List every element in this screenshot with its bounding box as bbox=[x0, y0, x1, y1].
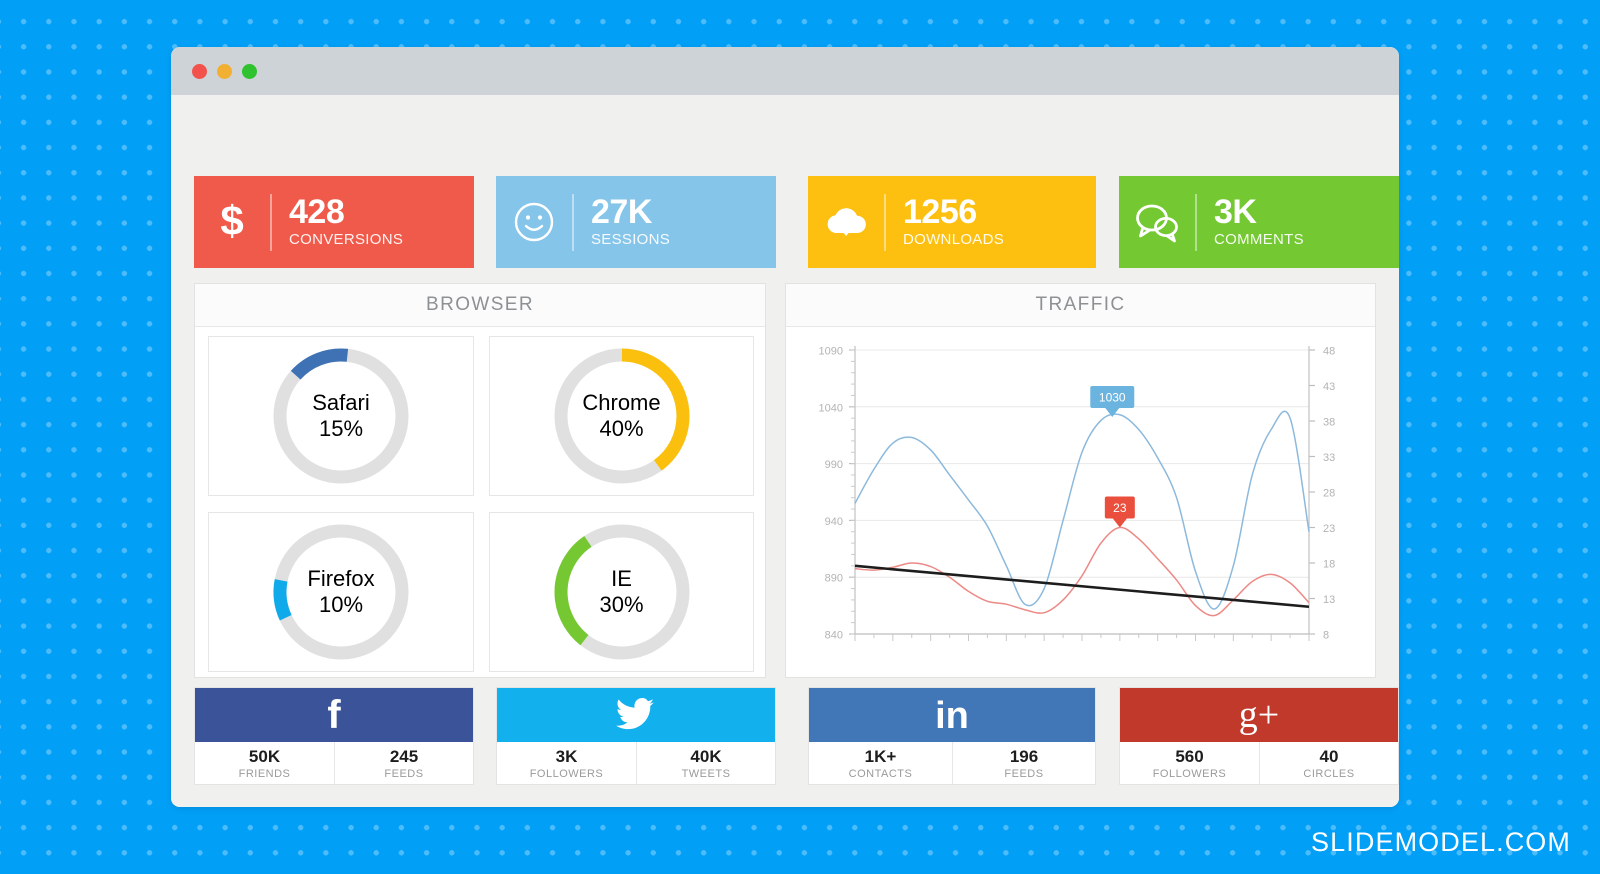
window-titlebar bbox=[171, 47, 1399, 95]
kpi-card-row: $ 428 CONVERSIONS 27K SESSIONS 1256 DOWN… bbox=[194, 176, 1399, 268]
social-stat: 245 FEEDS bbox=[334, 742, 473, 784]
svg-text:18: 18 bbox=[1323, 559, 1335, 571]
stat-label: TWEETS bbox=[681, 768, 731, 780]
svg-text:890: 890 bbox=[825, 573, 843, 585]
browser-panel: BROWSER Safari 15% Chrome 40% Firefox 10… bbox=[194, 283, 766, 678]
svg-text:1090: 1090 bbox=[819, 346, 843, 358]
stat-value: 196 bbox=[1009, 747, 1039, 766]
social-stat: 50K FRIENDS bbox=[195, 742, 334, 784]
svg-text:48: 48 bbox=[1323, 346, 1335, 358]
kpi-card-downloads[interactable]: 1256 DOWNLOADS bbox=[808, 176, 1096, 268]
donut-label: Firefox bbox=[307, 566, 375, 592]
comments-icon bbox=[1119, 200, 1195, 244]
linkedin-icon: in bbox=[809, 688, 1095, 742]
svg-text:990: 990 bbox=[825, 459, 843, 471]
svg-text:f: f bbox=[327, 695, 341, 735]
svg-text:1030: 1030 bbox=[1099, 391, 1126, 405]
kpi-value: 1256 bbox=[903, 193, 977, 231]
svg-text:1040: 1040 bbox=[819, 402, 843, 414]
dollar-icon: $ bbox=[194, 199, 270, 245]
donut-percent: 40% bbox=[599, 416, 644, 441]
svg-text:33: 33 bbox=[1323, 452, 1335, 464]
svg-text:g+: g+ bbox=[1239, 695, 1279, 735]
donut-card-safari[interactable]: Safari 15% bbox=[208, 336, 474, 496]
twitter-icon bbox=[497, 688, 775, 742]
svg-text:23: 23 bbox=[1323, 523, 1335, 535]
social-stat: 3K FOLLOWERS bbox=[497, 742, 636, 784]
traffic-line-chart[interactable]: 840 890 940 990 1040 1090 8 13 18 23 28 33 38 43 48 103… bbox=[797, 336, 1364, 666]
stat-label: CIRCLES bbox=[1303, 768, 1355, 780]
kpi-label: DOWNLOADS bbox=[903, 231, 1005, 248]
social-stat: 196 FEEDS bbox=[952, 742, 1095, 784]
stat-value: 245 bbox=[389, 747, 419, 766]
kpi-label: SESSIONS bbox=[591, 231, 671, 248]
kpi-card-comments[interactable]: 3K COMMENTS bbox=[1119, 176, 1399, 268]
kpi-value: 27K bbox=[591, 193, 652, 231]
stat-value: 3K bbox=[555, 747, 578, 766]
facebook-icon: f bbox=[195, 688, 473, 742]
social-card-twitter[interactable]: 3K FOLLOWERS 40K TWEETS bbox=[496, 687, 776, 785]
social-card-facebook[interactable]: f 50K FRIENDS 245 FEEDS bbox=[194, 687, 474, 785]
donut-percent: 15% bbox=[318, 416, 364, 441]
traffic-panel: TRAFFIC 840 890 940 990 1040 1090 8 13 18 23 28 33 3… bbox=[785, 283, 1376, 678]
svg-text:38: 38 bbox=[1323, 417, 1335, 429]
donut-card-chrome[interactable]: Chrome 40% bbox=[489, 336, 754, 496]
kpi-label: CONVERSIONS bbox=[289, 231, 404, 248]
kpi-label: COMMENTS bbox=[1214, 231, 1304, 248]
svg-text:23: 23 bbox=[1113, 501, 1127, 515]
donut-card-ie[interactable]: IE 30% bbox=[489, 512, 754, 672]
donut-card-firefox[interactable]: Firefox 10% bbox=[208, 512, 474, 672]
svg-text:840: 840 bbox=[825, 630, 843, 642]
traffic-panel-title: TRAFFIC bbox=[786, 284, 1375, 327]
social-stat: 1K+ CONTACTS bbox=[809, 742, 952, 784]
social-stat: 560 FOLLOWERS bbox=[1120, 742, 1259, 784]
social-card-googleplus[interactable]: g+ 560 FOLLOWERS 40 CIRCLES bbox=[1119, 687, 1399, 785]
svg-text:13: 13 bbox=[1323, 594, 1335, 606]
stat-value: 560 bbox=[1175, 747, 1204, 766]
stat-value: 1K+ bbox=[864, 747, 897, 766]
social-card-linkedin[interactable]: in 1K+ CONTACTS 196 FEEDS bbox=[808, 687, 1096, 785]
svg-text:43: 43 bbox=[1323, 381, 1335, 393]
browser-window: $ 428 CONVERSIONS 27K SESSIONS 1256 DOWN… bbox=[171, 47, 1399, 807]
donut-percent: 30% bbox=[599, 592, 644, 617]
dashboard-content: $ 428 CONVERSIONS 27K SESSIONS 1256 DOWN… bbox=[171, 95, 1399, 807]
stat-value: 50K bbox=[248, 747, 281, 766]
kpi-value: 3K bbox=[1214, 193, 1257, 231]
svg-text:in: in bbox=[935, 696, 969, 734]
stat-value: 40K bbox=[690, 747, 722, 766]
smiley-icon bbox=[496, 201, 572, 243]
stat-label: FRIENDS bbox=[238, 768, 291, 780]
download-icon bbox=[808, 202, 884, 242]
minimize-button[interactable] bbox=[217, 64, 232, 79]
stat-label: FOLLOWERS bbox=[1152, 768, 1227, 780]
social-card-row: f 50K FRIENDS 245 FEEDS 3K FOLLOWERS 40K… bbox=[194, 687, 1399, 785]
browser-panel-title: BROWSER bbox=[195, 284, 765, 327]
stat-value: 40 bbox=[1319, 747, 1339, 766]
donut-label: Safari bbox=[312, 390, 370, 416]
svg-text:$: $ bbox=[220, 199, 243, 244]
close-button[interactable] bbox=[192, 64, 207, 79]
kpi-card-sessions[interactable]: 27K SESSIONS bbox=[496, 176, 776, 268]
stat-label: FEEDS bbox=[1004, 768, 1044, 780]
kpi-value: 428 bbox=[289, 193, 345, 231]
kpi-card-conversions[interactable]: $ 428 CONVERSIONS bbox=[194, 176, 474, 268]
donut-percent: 10% bbox=[318, 592, 364, 617]
stat-label: CONTACTS bbox=[848, 768, 913, 780]
maximize-button[interactable] bbox=[242, 64, 257, 79]
stat-label: FEEDS bbox=[384, 768, 424, 780]
stat-label: FOLLOWERS bbox=[529, 768, 604, 780]
svg-text:940: 940 bbox=[825, 516, 843, 528]
svg-text:8: 8 bbox=[1323, 630, 1329, 642]
donut-label: IE bbox=[611, 566, 632, 592]
browser-donut-grid: Safari 15% Chrome 40% Firefox 10% IE 30% bbox=[208, 336, 754, 672]
social-stat: 40K TWEETS bbox=[636, 742, 775, 784]
social-stat: 40 CIRCLES bbox=[1259, 742, 1398, 784]
google-plus-icon: g+ bbox=[1120, 688, 1398, 742]
watermark: SLIDEMODEL.COM bbox=[1311, 827, 1571, 857]
svg-text:28: 28 bbox=[1323, 488, 1335, 500]
donut-label: Chrome bbox=[582, 390, 661, 416]
